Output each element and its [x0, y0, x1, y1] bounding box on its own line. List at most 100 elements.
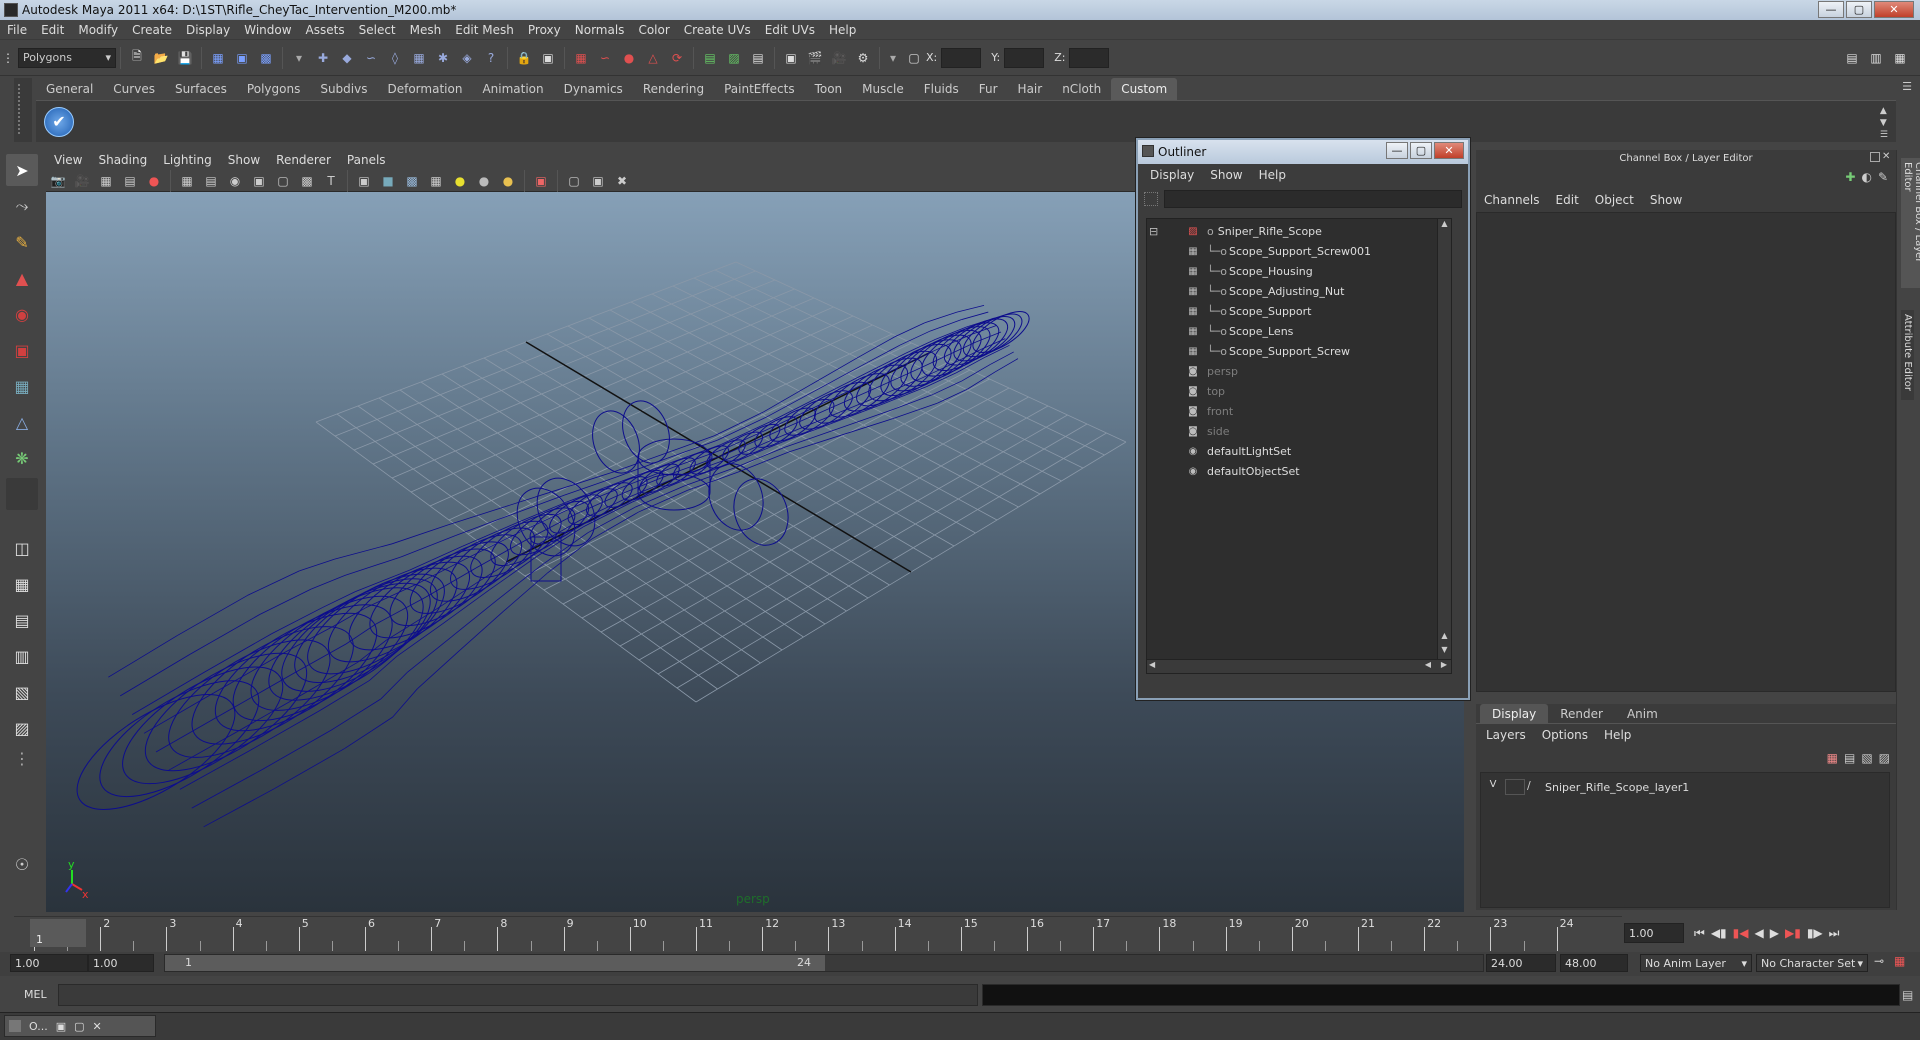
- mel-label[interactable]: MEL: [24, 988, 47, 1001]
- layer-menu-options[interactable]: Options: [1534, 728, 1596, 742]
- range-slider-track[interactable]: 1 24: [164, 954, 1484, 972]
- layer-tab-anim[interactable]: Anim: [1615, 704, 1670, 724]
- animation-start-field[interactable]: 1.00: [10, 954, 88, 972]
- menu-edit-uvs[interactable]: Edit UVs: [758, 23, 822, 37]
- persp-hypershade-layout-icon[interactable]: ▧: [6, 676, 38, 708]
- outliner-title-bar[interactable]: Outliner — ▢ ✕: [1138, 140, 1468, 164]
- channel-box-menu-object[interactable]: Object: [1587, 193, 1642, 207]
- highlight-selection-icon[interactable]: ▣: [538, 48, 558, 68]
- select-dynamics-icon[interactable]: ✱: [433, 48, 453, 68]
- xray-icon[interactable]: ▢: [564, 171, 584, 191]
- menu-modify[interactable]: Modify: [71, 23, 125, 37]
- select-hierarchy-icon[interactable]: ▦: [208, 48, 228, 68]
- 2d-pan-zoom-icon[interactable]: ●: [144, 171, 164, 191]
- channel-box-side-tab[interactable]: Channel Box / Layer Editor: [1901, 158, 1920, 288]
- persp-outliner-layout-icon[interactable]: ▤: [6, 604, 38, 636]
- channel-box-menu-edit[interactable]: Edit: [1548, 193, 1587, 207]
- float-panel-icon[interactable]: [1870, 152, 1880, 162]
- layer-list[interactable]: V ∕ Sniper_Rifle_Scope_layer1: [1480, 772, 1890, 908]
- shelf-tab-curves[interactable]: Curves: [103, 78, 165, 100]
- outliner-vertical-scrollbar[interactable]: ▲ ▲ ▼: [1437, 219, 1451, 659]
- step-back-frame-icon[interactable]: ▮◀: [1733, 926, 1749, 940]
- new-layer-from-selected-icon[interactable]: ▨: [1879, 751, 1890, 765]
- menu-color[interactable]: Color: [631, 23, 676, 37]
- menu-mesh[interactable]: Mesh: [403, 23, 449, 37]
- image-plane-icon[interactable]: ▤: [120, 171, 140, 191]
- viewport-menu-view[interactable]: View: [46, 153, 90, 167]
- outliner-search-field[interactable]: [1164, 190, 1462, 208]
- animation-preferences-icon[interactable]: ▦: [1894, 954, 1905, 968]
- viewport-menu-shading[interactable]: Shading: [90, 153, 155, 167]
- xray-joints-icon[interactable]: ▣: [588, 171, 608, 191]
- snap-grid-icon[interactable]: ▦: [571, 48, 591, 68]
- render-view-icon[interactable]: ▣: [781, 48, 801, 68]
- grip-handle[interactable]: ⋮: [2, 48, 14, 68]
- menu-assets[interactable]: Assets: [299, 23, 352, 37]
- layer-menu-help[interactable]: Help: [1596, 728, 1639, 742]
- show-manipulator-icon[interactable]: ❋: [6, 442, 38, 474]
- menu-window[interactable]: Window: [237, 23, 298, 37]
- outliner-item[interactable]: ◉ defaultObjectSet: [1147, 461, 1451, 481]
- animation-end-field[interactable]: 48.00: [1560, 954, 1628, 972]
- outliner-item[interactable]: ◉ defaultLightSet: [1147, 441, 1451, 461]
- play-backwards-icon[interactable]: ◀: [1755, 926, 1764, 940]
- snap-view-plane-icon[interactable]: △: [643, 48, 663, 68]
- outliner-menu-help[interactable]: Help: [1251, 168, 1294, 182]
- select-curves-icon[interactable]: ∽: [361, 48, 381, 68]
- render-frame-icon[interactable]: 🎬: [805, 48, 825, 68]
- shelf-grip[interactable]: [14, 78, 32, 142]
- scale-tool-icon[interactable]: ▣: [6, 334, 38, 366]
- menu-help[interactable]: Help: [822, 23, 863, 37]
- menu-file[interactable]: File: [0, 23, 34, 37]
- four-view-layout-icon[interactable]: ▦: [6, 568, 38, 600]
- maximize-icon[interactable]: ▢: [74, 1020, 84, 1033]
- layer-row[interactable]: V ∕ Sniper_Rifle_Scope_layer1: [1481, 777, 1889, 797]
- scroll-down-arrow-icon[interactable]: ▼: [1438, 645, 1451, 659]
- viewport-menu-panels[interactable]: Panels: [339, 153, 394, 167]
- move-tool-icon[interactable]: ▲: [6, 262, 38, 294]
- wireframe-icon[interactable]: ▣: [354, 171, 374, 191]
- z-field[interactable]: [1069, 47, 1110, 68]
- outliner-item[interactable]: ▦ └─o Scope_Lens: [1147, 321, 1451, 341]
- speed-icon[interactable]: ◐: [1861, 170, 1871, 184]
- time-slider[interactable]: 123456789101112131415161718192021222324 …: [14, 916, 1622, 951]
- menu-set-dropdown[interactable]: Polygons ▾: [18, 47, 116, 68]
- shelf-menu-icon[interactable]: ☰: [1902, 80, 1912, 93]
- persp-graph-layout-icon[interactable]: ▥: [6, 640, 38, 672]
- safe-action-icon[interactable]: ▩: [297, 171, 317, 191]
- menu-create-uvs[interactable]: Create UVs: [677, 23, 758, 37]
- input-ops-icon[interactable]: ▤: [700, 48, 720, 68]
- persp-graph-outliner-layout-icon[interactable]: ▨: [6, 712, 38, 744]
- move-layer-down-icon[interactable]: ▤: [1844, 751, 1855, 765]
- viewport-menu-renderer[interactable]: Renderer: [268, 153, 339, 167]
- field-chart-icon[interactable]: ▢: [273, 171, 293, 191]
- channel-box-menu-channels[interactable]: Channels: [1476, 193, 1548, 207]
- outliner-item[interactable]: ◙ top: [1147, 381, 1451, 401]
- rotate-tool-icon[interactable]: ◉: [6, 298, 38, 330]
- lock-selection-icon[interactable]: 🔒: [514, 48, 534, 68]
- viewport-menu-show[interactable]: Show: [220, 153, 268, 167]
- outliner-minimize-button[interactable]: —: [1386, 142, 1408, 159]
- select-joints-icon[interactable]: ◆: [337, 48, 357, 68]
- filter-icon[interactable]: [1144, 192, 1158, 206]
- scroll-left-arrow-icon[interactable]: ◀: [1149, 660, 1155, 669]
- select-mask-icon[interactable]: ▾: [289, 48, 309, 68]
- shelf-tab-fluids[interactable]: Fluids: [913, 78, 969, 100]
- attribute-editor-side-tab[interactable]: Attribute Editor: [1901, 310, 1914, 400]
- safe-title-icon[interactable]: T: [321, 171, 341, 191]
- play-forwards-icon[interactable]: ▶: [1770, 926, 1779, 940]
- select-object-icon[interactable]: ▣: [232, 48, 252, 68]
- character-set-dropdown[interactable]: No Character Set ▾: [1756, 954, 1868, 972]
- shelf-tab-animation[interactable]: Animation: [472, 78, 554, 100]
- menu-edit-mesh[interactable]: Edit Mesh: [448, 23, 521, 37]
- playback-end-field[interactable]: 24.00: [1486, 954, 1556, 972]
- layer-color-swatch[interactable]: ∕: [1527, 779, 1541, 795]
- maximize-button[interactable]: ▢: [1846, 1, 1872, 18]
- layout-more-icon[interactable]: ⋮: [6, 748, 38, 768]
- outliner-item[interactable]: ▦ └─o Scope_Adjusting_Nut: [1147, 281, 1451, 301]
- hyper-icon[interactable]: ✎: [1878, 170, 1888, 184]
- minimize-button[interactable]: —: [1818, 1, 1844, 18]
- snap-curve-icon[interactable]: ∽: [595, 48, 615, 68]
- step-back-key-icon[interactable]: ◀▮: [1711, 926, 1727, 940]
- current-time-field[interactable]: 1.00: [1624, 923, 1684, 943]
